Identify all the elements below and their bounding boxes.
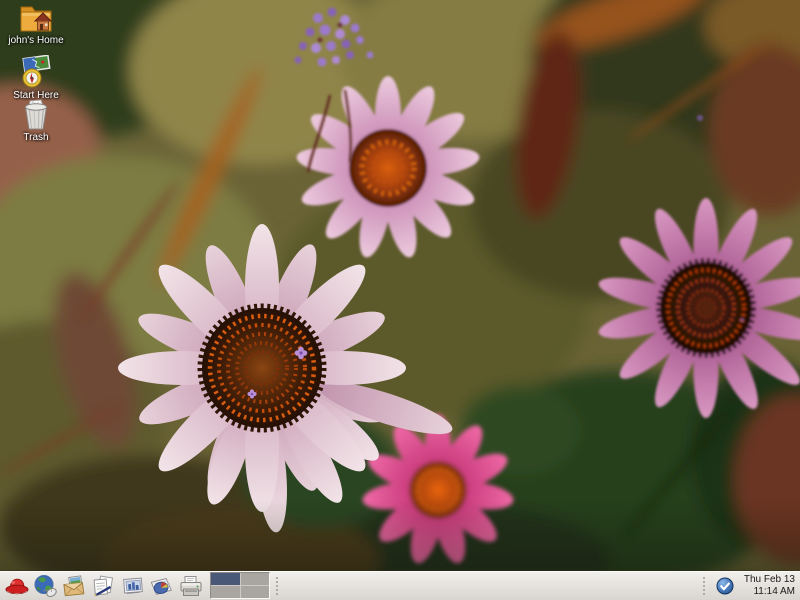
applet-drag-handle[interactable]	[276, 577, 281, 595]
clock-date: Thu Feb 13	[744, 574, 795, 586]
word-processor-button[interactable]	[91, 573, 117, 599]
presentation-button[interactable]	[120, 573, 146, 599]
workspace-4[interactable]	[241, 586, 270, 598]
printer-icon	[178, 574, 204, 598]
desktop-icon-start-here[interactable]: Start Here	[2, 55, 70, 101]
panel-status-area: Thu Feb 13 11:14 AM	[700, 571, 800, 600]
desktop-icon-label: john's Home	[8, 35, 63, 46]
presentation-chart-icon	[120, 574, 146, 598]
spreadsheet-button[interactable]	[149, 573, 175, 599]
clock-applet[interactable]: Thu Feb 13 11:14 AM	[739, 574, 795, 597]
email-envelope-icon	[62, 574, 88, 598]
spreadsheet-pie-icon	[149, 574, 175, 598]
home-folder-icon	[17, 0, 55, 34]
desktop-icon-label: Trash	[23, 132, 48, 143]
desktop: john's Home Start Here	[0, 0, 800, 571]
trash-icon	[21, 99, 51, 131]
redhat-menu-icon	[4, 574, 30, 598]
word-processor-icon	[91, 574, 117, 598]
applet-drag-handle[interactable]	[703, 577, 708, 595]
web-browser-button[interactable]	[33, 573, 59, 599]
print-manager-button[interactable]	[178, 573, 204, 599]
clock-time: 11:14 AM	[753, 586, 795, 598]
update-check-icon	[716, 577, 734, 595]
workspace-1[interactable]	[211, 573, 240, 585]
update-notifier-button[interactable]	[716, 577, 734, 595]
start-here-icon	[19, 55, 53, 89]
email-button[interactable]	[62, 573, 88, 599]
bottom-panel: Thu Feb 13 11:14 AM	[0, 571, 800, 600]
main-menu-button[interactable]	[4, 573, 30, 599]
desktop-wallpaper	[0, 0, 800, 571]
desktop-icon-trash[interactable]: Trash	[6, 99, 66, 143]
web-browser-globe-icon	[33, 574, 59, 598]
workspace-switcher[interactable]	[210, 572, 270, 599]
workspace-3[interactable]	[211, 586, 240, 598]
workspace-2[interactable]	[241, 573, 270, 585]
panel-launcher-area	[0, 571, 284, 600]
desktop-icon-johns-home[interactable]: john's Home	[0, 0, 72, 46]
